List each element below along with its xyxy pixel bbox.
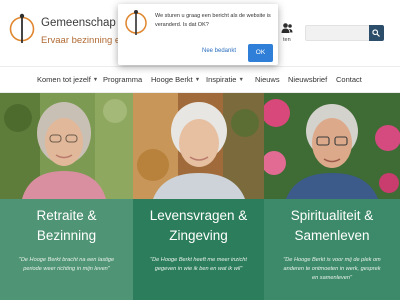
search-input[interactable] bbox=[305, 25, 369, 41]
search-button[interactable] bbox=[369, 25, 384, 41]
accept-button[interactable]: OK bbox=[248, 44, 273, 62]
site-logo bbox=[125, 10, 147, 35]
nav-item-inspiratie[interactable]: Inspiratie ▼ bbox=[206, 75, 244, 84]
nav-item-komen-tot-jezelf[interactable]: Komen tot jezelf ▼ bbox=[37, 75, 98, 84]
panel-levensvragen[interactable]: Levensvragen & Zingeving "De Hooge Berkt… bbox=[133, 93, 264, 300]
man-portrait-photo bbox=[264, 93, 400, 199]
decline-button[interactable]: Nee bedankt bbox=[202, 48, 236, 54]
panel-title: Zingeving bbox=[169, 228, 228, 243]
main-nav: Komen tot jezelf ▼ Programma Hooge Berkt ▼… bbox=[0, 66, 400, 93]
panel-quote: gegeven in wie ik ben en wat ik wil" bbox=[154, 266, 243, 272]
users-icon[interactable] bbox=[281, 22, 293, 34]
nav-item-label: Nieuwsbrief bbox=[288, 75, 328, 84]
panel-title: Spiritualiteit & bbox=[290, 208, 374, 223]
site-title[interactable]: Gemeenschap D bbox=[41, 17, 127, 29]
notification-line: veranderd. Is dat OK? bbox=[155, 22, 209, 28]
panel-quote: "De Hooge Berkt bracht na een lastige bbox=[18, 257, 115, 263]
panel-title: Retraite & bbox=[36, 208, 97, 223]
nav-item-label: Contact bbox=[336, 75, 362, 84]
panel-title: Levensvragen & bbox=[149, 208, 248, 223]
nav-item-contact[interactable]: Contact bbox=[336, 75, 362, 84]
nav-item-label: Programma bbox=[103, 75, 143, 84]
notification-message: We sturen u graag een bericht als de web… bbox=[155, 12, 273, 30]
chevron-down-icon: ▼ bbox=[92, 77, 99, 83]
panel-caption: Levensvragen & Zingeving "De Hooge Berkt… bbox=[133, 199, 264, 300]
nav-item-label: Nieuws bbox=[255, 75, 280, 84]
panel-quote: periode weer richting in mijn leven" bbox=[23, 266, 110, 272]
site-logo[interactable] bbox=[9, 12, 35, 46]
nav-item-label: Hooge Berkt bbox=[151, 75, 193, 84]
panel-title: Samenleven bbox=[294, 228, 370, 243]
panel-quote: "De Hooge Berkt heeft me meer inzicht bbox=[150, 257, 247, 263]
older-woman-portrait-photo bbox=[133, 93, 264, 199]
panel-quote: anderen te ontmoeten in werk, gesprek bbox=[283, 266, 381, 272]
nav-item-nieuws[interactable]: Nieuws bbox=[255, 75, 280, 84]
users-label[interactable]: ten bbox=[283, 37, 291, 43]
panel-caption: Retraite & Bezinning "De Hooge Berkt bra… bbox=[0, 199, 133, 300]
panel-quote: en samenleven" bbox=[312, 275, 352, 281]
notification-line: We sturen u graag een bericht als de web… bbox=[155, 13, 271, 19]
chevron-down-icon: ▼ bbox=[194, 77, 201, 83]
woman-portrait-photo bbox=[0, 93, 133, 199]
nav-item-label: Inspiratie bbox=[206, 75, 237, 84]
nav-item-hooge-berkt[interactable]: Hooge Berkt ▼ bbox=[151, 75, 200, 84]
chevron-down-icon: ▼ bbox=[238, 77, 244, 83]
nav-item-label: Komen tot jezelf bbox=[37, 75, 91, 84]
hero-panels: Retraite & Bezinning "De Hooge Berkt bra… bbox=[0, 93, 400, 300]
panel-quote: "De Hooge Berkt is voor mij de plek om bbox=[283, 257, 381, 263]
nav-item-nieuwsbrief[interactable]: Nieuwsbrief bbox=[288, 75, 327, 84]
nav-item-programma[interactable]: Programma bbox=[103, 75, 142, 84]
panel-caption: Spiritualiteit & Samenleven "De Hooge Be… bbox=[264, 199, 400, 300]
search-icon bbox=[372, 29, 380, 37]
panel-retraite[interactable]: Retraite & Bezinning "De Hooge Berkt bra… bbox=[0, 93, 133, 300]
panel-title: Bezinning bbox=[36, 228, 97, 243]
notification-prompt: We sturen u graag een bericht als de web… bbox=[118, 4, 278, 65]
panel-spiritualiteit[interactable]: Spiritualiteit & Samenleven "De Hooge Be… bbox=[264, 93, 400, 300]
